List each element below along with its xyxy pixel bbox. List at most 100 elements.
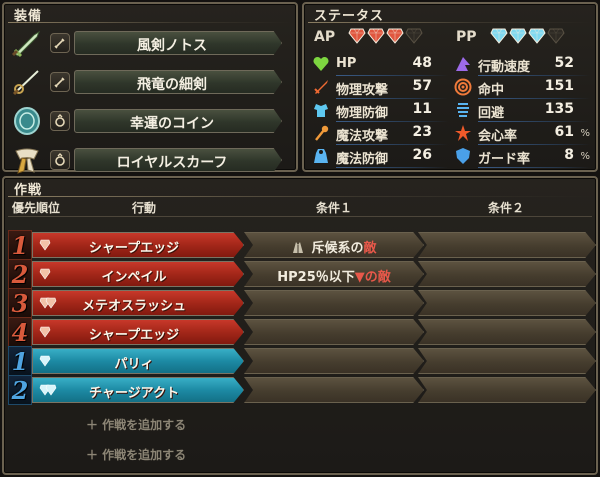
- action-button[interactable]: シャープエッジ: [32, 319, 244, 345]
- tactic-row[interactable]: 2 インペイル HP25％以下▼の敵: [8, 259, 596, 289]
- stat-value: 48: [412, 55, 432, 71]
- stat-underline: [478, 167, 590, 168]
- stat-row: HP 48: [312, 54, 450, 76]
- stat-name: HP: [336, 56, 357, 71]
- priority-number: 3: [8, 288, 32, 318]
- target-icon: [454, 78, 472, 96]
- action-name: チャージアクト: [89, 386, 179, 401]
- equipment-slot-1[interactable]: 風剣ノトス: [10, 28, 292, 58]
- equipment-bar[interactable]: ロイヤルスカーフ: [74, 148, 282, 172]
- condition-2-slot[interactable]: [418, 319, 596, 345]
- action-button[interactable]: パリィ: [32, 348, 244, 374]
- stat-row: 魔法防御 26: [312, 146, 450, 168]
- tactic-row[interactable]: 4 シャープエッジ: [8, 317, 596, 347]
- stat-underline: [478, 98, 590, 99]
- equipment-panel: 装備 風剣ノトス 飛竜の細剣 幸運のコイン ロイヤルスカーフ: [2, 2, 298, 175]
- equipment-slot-2[interactable]: 飛竜の細剣: [10, 67, 292, 97]
- action-button[interactable]: インペイル: [32, 261, 244, 287]
- equipment-name: ロイヤルスカーフ: [116, 155, 228, 171]
- tactic-row[interactable]: 1 シャープエッジ 斥候系の敵: [8, 230, 596, 260]
- speed-icon: [454, 55, 472, 73]
- priority-number: 4: [8, 317, 32, 347]
- stat-underline: [336, 121, 448, 122]
- priority-number: 2: [8, 259, 32, 289]
- action-button[interactable]: メテオスラッシュ: [32, 290, 244, 316]
- condition-1-slot[interactable]: [244, 348, 424, 374]
- shield-icon: [454, 147, 472, 165]
- stat-row: 回避 135: [454, 100, 592, 122]
- sword-icon: [312, 78, 330, 96]
- stat-underline: [336, 167, 448, 168]
- condition-2-slot[interactable]: [418, 232, 596, 258]
- stat-row: 魔法攻撃 23: [312, 123, 450, 145]
- equipment-bar[interactable]: 飛竜の細剣: [74, 70, 282, 94]
- stat-value: 8: [564, 147, 574, 163]
- stat-underline: [478, 121, 590, 122]
- ap-label: AP: [314, 29, 336, 45]
- sword-slot-icon: [50, 72, 70, 92]
- stat-unit: %: [580, 151, 590, 162]
- stat-name: 魔法防御: [336, 152, 389, 167]
- action-button[interactable]: シャープエッジ: [32, 232, 244, 258]
- condition-1-slot[interactable]: [244, 377, 424, 403]
- add-tactic-button[interactable]: ＋ 作戦を追加する: [86, 446, 186, 463]
- action-name: メテオスラッシュ: [81, 299, 186, 314]
- condition-1-target: 敵: [363, 241, 377, 256]
- title-divider: [8, 196, 592, 197]
- condition-2-slot[interactable]: [418, 377, 596, 403]
- stat-underline: [478, 144, 590, 145]
- stat-value: 135: [544, 101, 574, 117]
- header-action: 行動: [132, 201, 157, 215]
- condition-2-slot[interactable]: [418, 348, 596, 374]
- action-name: パリィ: [114, 357, 154, 372]
- add-tactic-button[interactable]: ＋ 作戦を追加する: [86, 416, 186, 433]
- stat-value: 23: [412, 124, 432, 140]
- stat-value: 61: [554, 124, 574, 140]
- stat-name: 行動速度: [478, 60, 531, 75]
- equipment-bar[interactable]: 幸運のコイン: [74, 109, 282, 133]
- condition-1-slot[interactable]: [244, 290, 424, 316]
- condition-1-slot[interactable]: HP25％以下▼の敵: [244, 261, 424, 287]
- priority-number: 1: [8, 230, 32, 260]
- condition-1-main: 斥候系の: [311, 241, 364, 256]
- stat-name: ガード率: [478, 152, 531, 167]
- header-condition-2: 条件２: [488, 201, 525, 215]
- stat-name: 魔法攻撃: [336, 129, 389, 144]
- heart-icon: [312, 55, 330, 73]
- equipment-slot-4[interactable]: ロイヤルスカーフ: [10, 145, 292, 175]
- header-condition-1: 条件１: [316, 201, 353, 215]
- stat-name: 物理防御: [336, 106, 389, 121]
- condition-2-slot[interactable]: [418, 261, 596, 287]
- condition-2-slot[interactable]: [418, 290, 596, 316]
- condition-1-text: 斥候系の敵: [245, 237, 423, 258]
- condition-1-slot[interactable]: [244, 319, 424, 345]
- tactic-row[interactable]: 3 メテオスラッシュ: [8, 288, 596, 318]
- action-button[interactable]: チャージアクト: [32, 377, 244, 403]
- rapier-icon: [10, 67, 44, 97]
- equipment-name: 幸運のコイン: [130, 116, 214, 132]
- tactics-panel: 作戦 優先順位 行動 条件１ 条件２ 1 シャープエッジ 斥候系の敵 2 インペイル HP…: [2, 176, 598, 475]
- priority-number: 1: [8, 346, 32, 376]
- stat-value: 26: [412, 147, 432, 163]
- condition-1-text: HP25％以下▼の敵: [245, 266, 423, 285]
- stat-value: 57: [412, 78, 432, 94]
- action-name: インペイル: [101, 270, 167, 285]
- gem-filled-icon: [386, 28, 404, 48]
- equipment-bar[interactable]: 風剣ノトス: [74, 31, 282, 55]
- condition-1-slot[interactable]: 斥候系の敵: [244, 232, 424, 258]
- ring-slot-icon: [50, 150, 70, 170]
- header-divider: [8, 216, 592, 217]
- gem-empty-icon: [547, 28, 565, 48]
- stat-row: 物理防御 11: [312, 100, 450, 122]
- stat-row: 会心率 61%: [454, 123, 592, 145]
- tactic-row[interactable]: 1 パリィ: [8, 346, 596, 376]
- condition-1-main: HP25％以下: [277, 270, 355, 285]
- scout-icon: [291, 240, 305, 258]
- stat-name: 命中: [478, 83, 505, 98]
- gem-empty-icon: [405, 28, 423, 48]
- equipment-name: 風剣ノトス: [137, 38, 207, 54]
- tactic-row[interactable]: 2 チャージアクト: [8, 375, 596, 405]
- equipment-slot-3[interactable]: 幸運のコイン: [10, 106, 292, 136]
- equipment-name: 飛竜の細剣: [137, 77, 207, 93]
- ring-slot-icon: [50, 111, 70, 131]
